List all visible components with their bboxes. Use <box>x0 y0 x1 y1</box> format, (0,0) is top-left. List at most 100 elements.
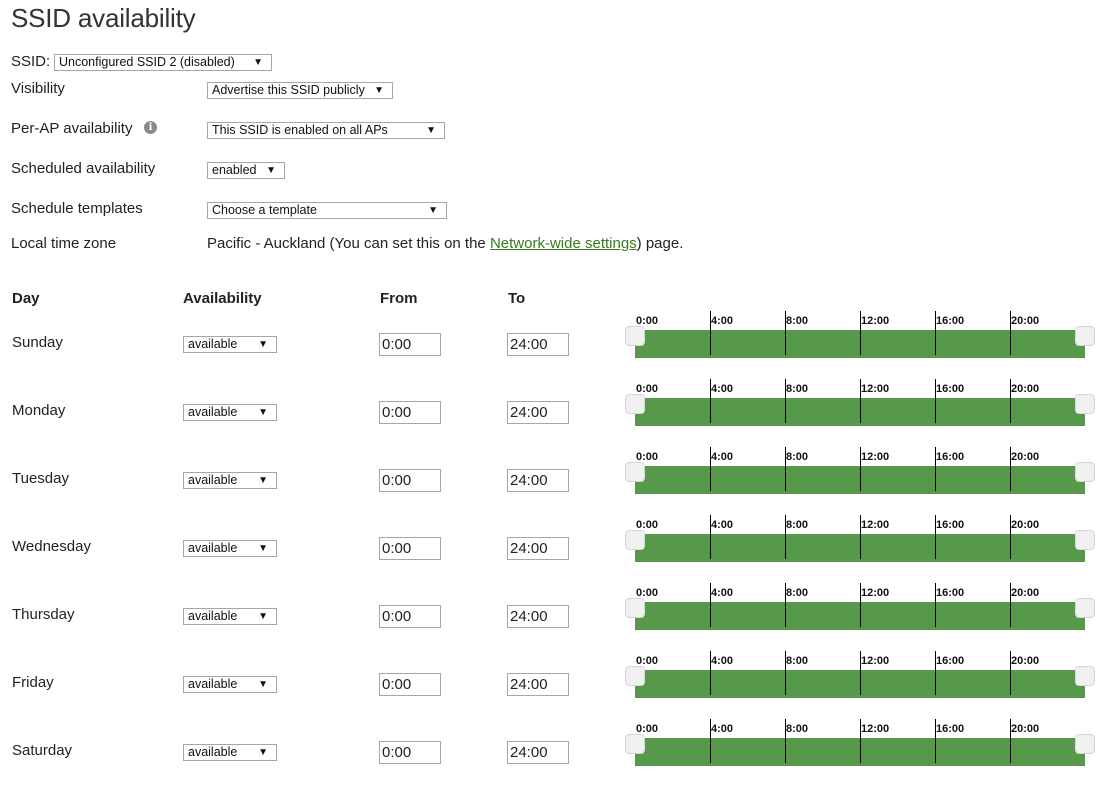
end-handle[interactable] <box>1075 598 1095 618</box>
to-time-input[interactable]: 24:00 <box>507 741 569 764</box>
per-ap-label: Per-AP availability <box>11 120 133 137</box>
tick-label: 16:00 <box>936 723 965 735</box>
availability-select[interactable]: available ▼ <box>183 676 277 693</box>
to-time-input[interactable]: 24:00 <box>507 469 569 492</box>
scheduled-availability-select[interactable]: enabled ▼ <box>207 162 285 179</box>
tick-label: 20:00 <box>1011 451 1040 463</box>
chevron-down-icon: ▼ <box>428 205 438 216</box>
to-time-input[interactable]: 24:00 <box>507 537 569 560</box>
availability-value: available <box>188 609 238 623</box>
schedule-row-sunday: Sunday available ▼ 0:00 24:00 0:00 4:00 8:… <box>0 308 1112 376</box>
tick-label: 8:00 <box>786 383 809 395</box>
day-label: Tuesday <box>12 470 69 487</box>
tick-label: 16:00 <box>936 519 965 531</box>
end-handle[interactable] <box>1075 530 1095 550</box>
network-wide-settings-link[interactable]: Network-wide settings <box>490 235 637 252</box>
tick-label: 16:00 <box>936 451 965 463</box>
day-label: Monday <box>12 402 66 419</box>
schedule-row-wednesday: Wednesday available ▼ 0:00 24:00 0:00 4:0… <box>0 512 1112 580</box>
from-time-input[interactable]: 0:00 <box>379 333 441 356</box>
ssid-select-value: Unconfigured SSID 2 (disabled) <box>59 55 235 69</box>
availability-range-slider[interactable]: 0:00 4:00 8:00 12:00 16:00 20:00 <box>625 444 1095 494</box>
to-time-input[interactable]: 24:00 <box>507 333 569 356</box>
chevron-down-icon: ▼ <box>258 475 268 486</box>
tick-label: 4:00 <box>711 723 734 735</box>
to-time-input[interactable]: 24:00 <box>507 673 569 696</box>
tick-label: 16:00 <box>936 655 965 667</box>
availability-range-slider[interactable]: 0:00 4:00 8:00 12:00 16:00 20:00 <box>625 376 1095 426</box>
availability-range-slider[interactable]: 0:00 4:00 8:00 12:00 16:00 20:00 <box>625 308 1095 358</box>
chevron-down-icon: ▼ <box>258 611 268 622</box>
availability-range-slider[interactable]: 0:00 4:00 8:00 12:00 16:00 20:00 <box>625 580 1095 630</box>
to-time-input[interactable]: 24:00 <box>507 605 569 628</box>
page-title: SSID availability <box>11 3 196 33</box>
visibility-select[interactable]: Advertise this SSID publicly ▼ <box>207 82 393 99</box>
chevron-down-icon: ▼ <box>258 543 268 554</box>
end-handle[interactable] <box>1075 326 1095 346</box>
tick-label: 12:00 <box>861 451 890 463</box>
from-time-input[interactable]: 0:00 <box>379 537 441 560</box>
day-label: Sunday <box>12 334 63 351</box>
availability-range-slider[interactable]: 0:00 4:00 8:00 12:00 16:00 20:00 <box>625 512 1095 562</box>
availability-select[interactable]: available ▼ <box>183 336 277 353</box>
tick-label: 4:00 <box>711 655 734 667</box>
start-handle[interactable] <box>625 734 645 754</box>
tick-label: 20:00 <box>1011 519 1040 531</box>
schedule-templates-value: Choose a template <box>212 203 317 217</box>
tick-label: 4:00 <box>711 587 734 599</box>
from-time-input[interactable]: 0:00 <box>379 673 441 696</box>
timezone-prefix: Pacific - Auckland (You can set this on … <box>207 235 490 252</box>
availability-select[interactable]: available ▼ <box>183 744 277 761</box>
start-handle[interactable] <box>625 598 645 618</box>
start-handle[interactable] <box>625 462 645 482</box>
availability-range-slider[interactable]: 0:00 4:00 8:00 12:00 16:00 20:00 <box>625 648 1095 698</box>
tick-label: 20:00 <box>1011 587 1040 599</box>
chevron-down-icon: ▼ <box>258 747 268 758</box>
tick-label: 8:00 <box>786 655 809 667</box>
end-handle[interactable] <box>1075 666 1095 686</box>
visibility-select-value: Advertise this SSID publicly <box>212 83 365 97</box>
from-time-input[interactable]: 0:00 <box>379 401 441 424</box>
tick-label: 12:00 <box>861 315 890 327</box>
per-ap-select[interactable]: This SSID is enabled on all APs ▼ <box>207 122 445 139</box>
info-icon[interactable]: i <box>144 121 157 134</box>
tick-label: 20:00 <box>1011 723 1040 735</box>
availability-select[interactable]: available ▼ <box>183 404 277 421</box>
scheduled-availability-value: enabled <box>212 163 257 177</box>
scheduled-availability-label: Scheduled availability <box>11 160 156 177</box>
availability-value: available <box>188 745 238 759</box>
tick-label: 20:00 <box>1011 315 1040 327</box>
end-handle[interactable] <box>1075 462 1095 482</box>
end-handle[interactable] <box>1075 394 1095 414</box>
start-handle[interactable] <box>625 394 645 414</box>
availability-value: available <box>188 473 238 487</box>
availability-select[interactable]: available ▼ <box>183 608 277 625</box>
day-label: Friday <box>12 674 54 691</box>
start-handle[interactable] <box>625 666 645 686</box>
chevron-down-icon: ▼ <box>258 407 268 418</box>
availability-range-slider[interactable]: 0:00 4:00 8:00 12:00 16:00 20:00 <box>625 716 1095 766</box>
start-handle[interactable] <box>625 530 645 550</box>
tick-label: 12:00 <box>861 655 890 667</box>
schedule-row-tuesday: Tuesday available ▼ 0:00 24:00 0:00 4:00 8… <box>0 444 1112 512</box>
visibility-label: Visibility <box>11 80 65 97</box>
tick-label: 12:00 <box>861 723 890 735</box>
timezone-text: Pacific - Auckland (You can set this on … <box>207 235 683 252</box>
start-handle[interactable] <box>625 326 645 346</box>
schedule-row-thursday: Thursday available ▼ 0:00 24:00 0:00 4:00… <box>0 580 1112 648</box>
to-time-input[interactable]: 24:00 <box>507 401 569 424</box>
tick-label: 16:00 <box>936 315 965 327</box>
tick-label: 8:00 <box>786 451 809 463</box>
chevron-down-icon: ▼ <box>426 125 436 136</box>
from-time-input[interactable]: 0:00 <box>379 605 441 628</box>
end-handle[interactable] <box>1075 734 1095 754</box>
header-from: From <box>380 290 418 307</box>
schedule-templates-select[interactable]: Choose a template ▼ <box>207 202 447 219</box>
header-availability: Availability <box>183 290 262 307</box>
from-time-input[interactable]: 0:00 <box>379 741 441 764</box>
tick-label: 12:00 <box>861 519 890 531</box>
availability-select[interactable]: available ▼ <box>183 540 277 557</box>
ssid-select[interactable]: Unconfigured SSID 2 (disabled) ▼ <box>54 54 272 71</box>
from-time-input[interactable]: 0:00 <box>379 469 441 492</box>
availability-select[interactable]: available ▼ <box>183 472 277 489</box>
